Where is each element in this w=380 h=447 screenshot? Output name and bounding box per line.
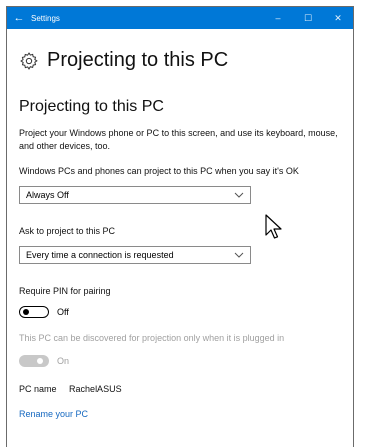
settings-content: Projecting to this PC Projecting to this…: [7, 49, 353, 422]
plugged-in-row: On: [19, 355, 341, 367]
require-pin-state: Off: [57, 307, 69, 317]
toggle-knob: [37, 358, 43, 364]
projection-permission-dropdown[interactable]: Always Off: [19, 186, 251, 204]
window-controls: – ☐ ✕: [263, 7, 353, 29]
rename-pc-link[interactable]: Rename your PC: [19, 409, 88, 419]
pc-name-row: PC name RachelASUS: [19, 383, 341, 396]
toggle-knob: [23, 308, 29, 315]
back-arrow-icon[interactable]: ←: [7, 12, 31, 24]
projection-permission-value: Always Off: [26, 190, 69, 200]
plugged-in-state: On: [57, 356, 70, 366]
plugged-in-label: This PC can be discovered for projection…: [19, 333, 285, 343]
title-bar: ← Settings – ☐ ✕: [7, 7, 353, 29]
projection-permission-label: Windows PCs and phones can project to th…: [19, 166, 299, 176]
require-pin-row: Off: [19, 306, 341, 318]
minimize-button[interactable]: –: [263, 7, 293, 29]
plugged-in-toggle: [19, 355, 49, 367]
gear-icon: [20, 51, 38, 70]
maximize-button[interactable]: ☐: [293, 7, 323, 29]
chevron-down-icon: [234, 192, 244, 198]
section-description: Project your Windows phone or PC to this…: [19, 128, 338, 151]
ask-to-project-dropdown[interactable]: Every time a connection is requested: [19, 246, 251, 264]
rename-link-row: Rename your PC: [19, 404, 341, 422]
window-title: Settings: [31, 13, 60, 23]
section-title: Projecting to this PC: [19, 98, 164, 115]
page-header: Projecting to this PC: [19, 49, 341, 72]
ask-to-project-label: Ask to project to this PC: [19, 226, 116, 236]
require-pin-toggle[interactable]: [19, 306, 49, 318]
settings-window: ← Settings – ☐ ✕ Projecting to this PC P…: [6, 6, 354, 447]
close-button[interactable]: ✕: [323, 7, 353, 29]
require-pin-label: Require PIN for pairing: [19, 286, 111, 296]
pc-name-value: RachelASUS: [69, 384, 122, 394]
mouse-pointer-icon: [265, 214, 282, 239]
ask-to-project-value: Every time a connection is requested: [26, 250, 174, 260]
page-title: Projecting to this PC: [47, 49, 229, 71]
pc-name-label: PC name: [19, 384, 57, 394]
chevron-down-icon: [234, 252, 244, 258]
